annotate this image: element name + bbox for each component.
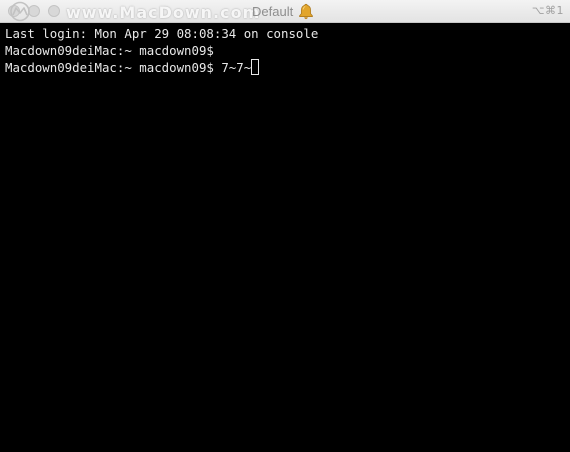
text-cursor [251, 59, 260, 75]
zoom-button[interactable] [48, 5, 60, 17]
terminal-window: www.MacDown.com Default ⌥⌘1 Last login: … [0, 0, 570, 452]
macdown-logo-icon [10, 1, 30, 22]
bell-icon [299, 3, 313, 20]
terminal-current-input: Macdown09deiMac:~ macdown09$ 7~7~ [5, 60, 252, 75]
terminal-line-current: Macdown09deiMac:~ macdown09$ 7~7~ [5, 59, 570, 76]
terminal-content[interactable]: Last login: Mon Apr 29 08:08:34 on conso… [0, 23, 570, 452]
terminal-line-prompt: Macdown09deiMac:~ macdown09$ [5, 43, 222, 58]
title-bar[interactable]: www.MacDown.com Default ⌥⌘1 [0, 0, 570, 23]
window-title-group: Default [252, 3, 314, 20]
window-shortcut: ⌥⌘1 [531, 4, 564, 17]
watermark-text: www.MacDown.com [66, 3, 261, 22]
terminal-line-login: Last login: Mon Apr 29 08:08:34 on conso… [5, 26, 319, 41]
window-title: Default [252, 4, 294, 19]
